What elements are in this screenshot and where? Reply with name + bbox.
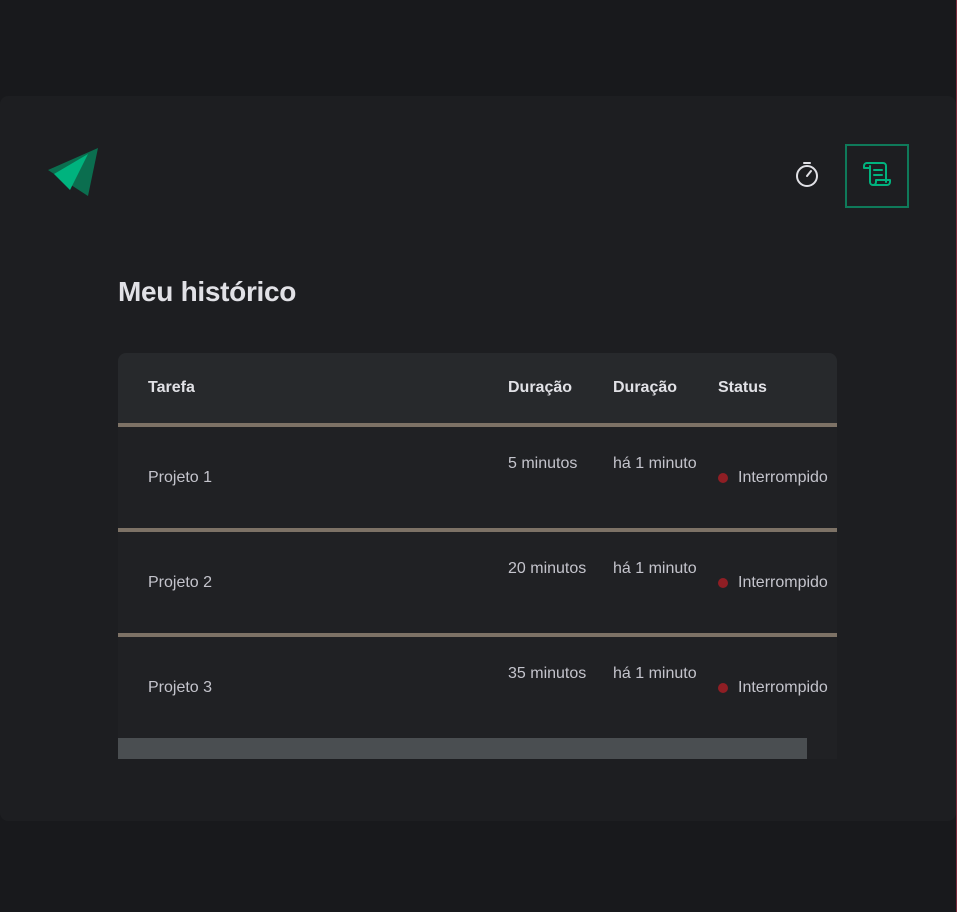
triangle-logo-icon[interactable] [48,148,100,200]
app-container: Meu histórico Tarefa Duração Duração Sta… [0,96,956,821]
nav-timer-button[interactable] [775,144,839,208]
stopwatch-icon [794,161,820,192]
nav-history-button[interactable] [845,144,909,208]
column-header-duration: Duração [508,379,573,396]
duration-cell: 5 minutos [508,455,578,472]
table-row: Projeto 1 5 minutos há 1 minuto Interrom… [118,423,837,528]
table-row: Projeto 2 20 minutos há 1 minuto Interro… [118,528,837,633]
status-cell: Interrompido [718,427,828,528]
status-label: Interrompido [738,678,828,696]
task-cell: Projeto 2 [148,574,213,591]
started-cell: há 1 minuto [613,560,697,577]
status-cell: Interrompido [718,532,828,633]
started-cell: há 1 minuto [613,455,697,472]
status-dot-icon [718,472,728,483]
scroll-icon [863,161,891,192]
column-header-task: Tarefa [148,379,195,396]
task-cell: Projeto 1 [148,469,213,486]
table-row: Projeto 3 35 minutos há 1 minuto Interro… [118,633,837,738]
status-dot-icon [718,682,728,693]
duration-cell: 20 minutos [508,560,587,577]
history-table: Tarefa Duração Duração Status Projeto 1 … [118,353,837,759]
column-header-started: Duração [613,379,678,396]
scrollbar-thumb[interactable] [118,738,807,759]
task-cell: Projeto 3 [148,679,213,696]
status-cell: Interrompido [718,637,828,738]
started-cell: há 1 minuto [613,665,697,682]
status-label: Interrompido [738,573,828,591]
page-title: Meu histórico [118,276,297,307]
status-dot-icon [718,577,728,588]
column-header-status: Status [718,379,767,396]
duration-cell: 35 minutos [508,665,587,682]
status-label: Interrompido [738,468,828,486]
horizontal-scrollbar[interactable] [118,738,837,759]
table-header: Tarefa Duração Duração Status [118,353,837,423]
